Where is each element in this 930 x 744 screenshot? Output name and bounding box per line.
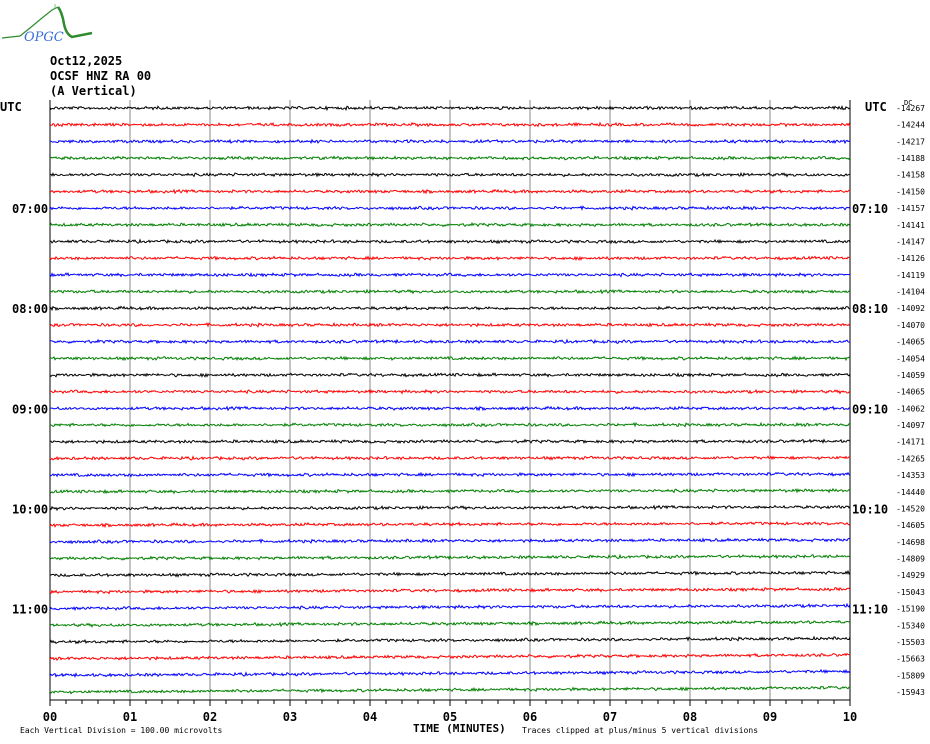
x-tick-label: 02 [203, 710, 217, 724]
dc-offset-label: -14171 [896, 438, 925, 447]
dc-offset-label: -15663 [896, 655, 925, 664]
dc-offset-label: -15503 [896, 638, 925, 647]
right-time-label: 10:10 [852, 502, 888, 516]
svg-text:OPGC: OPGC [24, 30, 64, 45]
x-tick-label: 03 [283, 710, 297, 724]
dc-offset-label: -14605 [896, 521, 925, 530]
dc-offset-label: -14217 [896, 137, 925, 146]
x-tick-label: 00 [43, 710, 57, 724]
x-tick-label: 01 [123, 710, 137, 724]
dc-offset-label: -15943 [896, 688, 925, 697]
right-time-label: 07:10 [852, 202, 888, 216]
dc-offset-label: -14119 [896, 271, 925, 280]
right-time-label: 08:10 [852, 302, 888, 316]
dc-offset-label: -14126 [896, 254, 925, 263]
opgc-logo: OPGC [1, 4, 93, 45]
dc-offset-label: -14092 [896, 304, 925, 313]
dc-offset-label: -15043 [896, 588, 925, 597]
x-tick-label: 08 [683, 710, 697, 724]
dc-offset-label: -14158 [896, 171, 925, 180]
dc-offset-label: -14520 [896, 504, 925, 513]
helicorder-chart: OPGC 00 01 02 03 04 05 06 07 08 09 10-14267-14244-… [0, 4, 925, 735]
left-time-label: 09:00 [12, 402, 48, 416]
dc-offset-label: -14150 [896, 187, 925, 196]
station-label: OCSF HNZ RA 00 [50, 69, 152, 83]
x-tick-label: 10 [843, 710, 857, 724]
dc-offset-label: -14141 [896, 221, 925, 230]
vertical-division-note: Each Vertical Division = 100.00 microvol… [20, 726, 222, 735]
dc-offset-label: -14809 [896, 555, 925, 564]
right-utc-label: UTC [865, 100, 887, 114]
x-axis-title: TIME (MINUTES) [413, 722, 506, 735]
dc-offset-label: -14265 [896, 454, 925, 463]
date-label: Oct12,2025 [50, 54, 123, 68]
dc-offset-label: -14440 [896, 488, 925, 497]
dc-offset-label: -14244 [896, 121, 925, 130]
component-label: (A Vertical) [50, 84, 137, 98]
dc-offset-label: -14698 [896, 538, 925, 547]
dc-offset-label: -14070 [896, 321, 925, 330]
left-time-label: 10:00 [12, 502, 48, 516]
left-utc-label: UTC [0, 100, 22, 114]
dc-offset-label: -14059 [896, 371, 925, 380]
clipping-note: Traces clipped at plus/minus 5 vertical … [522, 726, 758, 735]
dc-label: DC [904, 99, 912, 107]
x-tick-label: 06 [523, 710, 537, 724]
left-time-label: 08:00 [12, 302, 48, 316]
x-tick-label: 04 [363, 710, 377, 724]
dc-offset-label: -15340 [896, 621, 925, 630]
right-time-label: 09:10 [852, 402, 888, 416]
dc-offset-label: -14188 [896, 154, 925, 163]
x-tick-label: 09 [763, 710, 777, 724]
x-tick-label: 07 [603, 710, 617, 724]
dc-offset-label: -14929 [896, 571, 925, 580]
dc-offset-label: -14147 [896, 237, 925, 246]
dc-offset-label: -14065 [896, 388, 925, 397]
dc-offset-label: -14054 [896, 354, 925, 363]
left-time-label: 07:00 [12, 202, 48, 216]
left-time-label: 11:00 [12, 603, 48, 617]
dc-offset-label: -14065 [896, 338, 925, 347]
dc-offset-label: -14062 [896, 404, 925, 413]
right-time-label: 11:10 [852, 603, 888, 617]
dc-offset-label: -14157 [896, 204, 925, 213]
dc-offset-label: -15809 [896, 671, 925, 680]
dc-offset-label: -14104 [896, 288, 925, 297]
dc-offset-label: -14353 [896, 471, 925, 480]
dc-offset-label: -14097 [896, 421, 925, 430]
dc-offset-label: -15190 [896, 605, 925, 614]
